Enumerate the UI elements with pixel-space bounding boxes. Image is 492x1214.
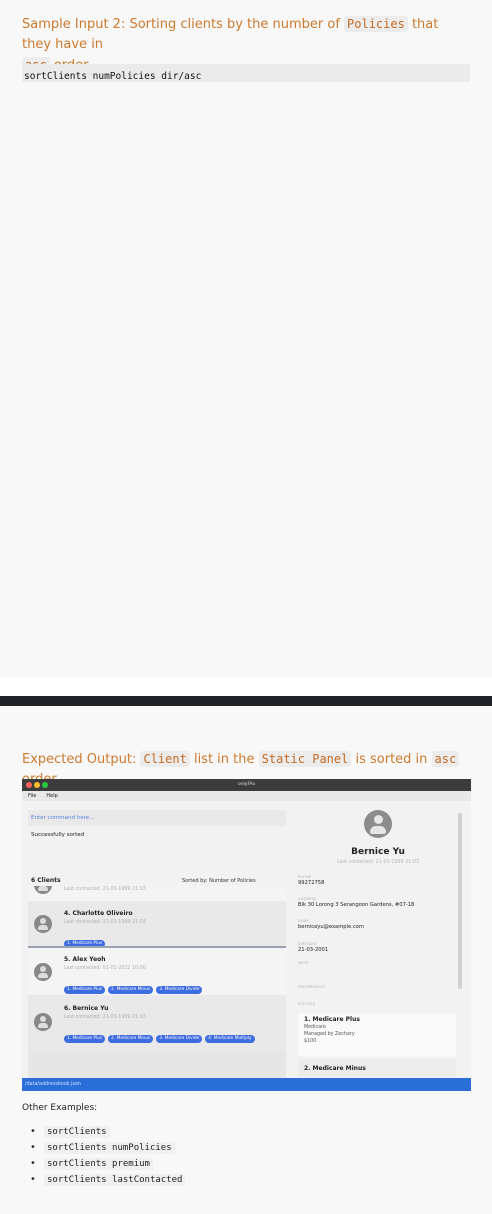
phone-label: PHONE	[298, 874, 312, 879]
client-name: 5. Alex Yeoh	[64, 956, 106, 963]
policy-premium: $100	[304, 1039, 317, 1044]
example-code: sortClients	[44, 1126, 110, 1138]
birthday-label: BIRTHDAY	[298, 941, 317, 946]
avatar-icon	[34, 915, 52, 933]
policies-label: POLICIES	[298, 1001, 316, 1006]
preferences-label: PREFERENCES	[298, 984, 326, 989]
menu-file[interactable]: File	[28, 793, 36, 799]
birthday-value: 21-03-2001	[298, 947, 329, 953]
detail-last-contacted: Last contacted: 21-03-1999 21:03	[337, 860, 419, 865]
policy-card: 2. Medicare Minus	[298, 1059, 456, 1077]
client-name: 6. Bernice Yu	[64, 1005, 109, 1012]
client-last-contacted: Last contacted: 21-03-1999 21:03	[64, 920, 146, 925]
example-code: sortClients lastContacted	[44, 1174, 186, 1186]
phone-value: 99272758	[298, 880, 325, 886]
list-item: sortClients	[30, 1126, 185, 1143]
client-list[interactable]: Last contacted: 21-03-1999 21:03 4. Char…	[28, 886, 286, 1081]
divider	[0, 696, 492, 706]
policy-manager: Managed by Zechary	[304, 1032, 355, 1037]
client-last-contacted: Last contacted: 21-03-1999 21:03	[64, 1015, 146, 1020]
profile-avatar-icon	[364, 810, 392, 838]
heading-text-3: is sorted in	[351, 752, 432, 767]
sample-input-panel: Sample Input 2: Sorting clients by the n…	[0, 0, 492, 678]
policy-tag: 1. Medicare Plus	[64, 1035, 106, 1043]
result-display: Successfully sorted	[31, 832, 85, 838]
address-value: Blk 30 Lorong 3 Serangoon Gardens, #07-1…	[298, 902, 415, 908]
static-panel-code: Static Panel	[258, 751, 352, 767]
policy-tag: 1. Medicare Plus	[64, 986, 106, 994]
example-code: sortClients premium	[44, 1158, 153, 1170]
menu-bar: File Help	[22, 791, 471, 801]
client-detail-panel: Bernice Yu Last contacted: 21-03-1999 21…	[298, 807, 456, 1077]
policies-code: Policies	[344, 16, 408, 32]
client-tags: 1. Medicare Plus 2. Medicare Minus 3. Medi…	[64, 975, 284, 996]
email-value: berniceyu@example.com	[298, 924, 364, 930]
avatar-icon	[34, 963, 52, 981]
heading-text: Expected Output:	[22, 752, 141, 767]
client-last-contacted: Last contacted: 21-03-1999 21:03	[64, 887, 146, 892]
avatar-icon	[34, 1013, 52, 1031]
policy-tag: 4. Medicare Multiply	[205, 1035, 255, 1043]
policy-company: Medicare	[304, 1025, 326, 1030]
command-input[interactable]: Enter command here...	[28, 810, 286, 826]
sorted-by-label: Sorted by: Number of Policies	[182, 878, 256, 884]
client-card[interactable]: 6. Bernice Yu Last contacted: 21-03-1999…	[28, 995, 286, 1051]
email-label: EMAIL	[298, 918, 310, 923]
detail-name: Bernice Yu	[351, 847, 405, 857]
client-code: Client	[140, 751, 190, 767]
client-card[interactable]: 4. Charlotte Oliveiro Last contacted: 21…	[28, 901, 286, 948]
menu-help[interactable]: Help	[46, 793, 57, 799]
command-code-block: sortClients numPolicies dir/asc	[22, 64, 470, 82]
app-window: onlyFAs File Help Enter command here... S…	[22, 779, 471, 1091]
example-code: sortClients numPolicies	[44, 1142, 175, 1154]
detail-scrollbar[interactable]	[458, 813, 462, 989]
client-name: 4. Charlotte Oliveiro	[64, 910, 133, 917]
list-item: sortClients lastContacted	[30, 1174, 186, 1191]
command-text: sortClients numPolicies dir/asc	[24, 71, 202, 82]
heading-text: Sample Input 2: Sorting clients by the n…	[22, 17, 345, 32]
policy-name: 2. Medicare Minus	[304, 1065, 366, 1072]
client-card[interactable]: Last contacted: 21-03-1999 21:03	[28, 886, 286, 901]
policy-name: 1. Medicare Plus	[304, 1016, 360, 1023]
other-examples-heading: Other Examples:	[22, 1103, 98, 1113]
policy-tag: 3. Medicare Divide	[156, 986, 203, 994]
policy-tag: 3. Medicare Divide	[156, 1035, 203, 1043]
window-title: onlyFAs	[237, 782, 256, 787]
title-bar: onlyFAs	[22, 779, 471, 791]
list-item: sortClients premium	[30, 1158, 185, 1175]
asc-code: asc	[431, 751, 460, 767]
heading-text-2: list in the	[189, 752, 259, 767]
list-item: sortClients numPolicies	[30, 1142, 185, 1159]
note-label: NOTE	[298, 960, 309, 965]
policy-tag: 2. Medicare Minus	[108, 986, 154, 994]
client-last-contacted: Last contacted: 01-01-2022 10:00	[64, 966, 146, 971]
client-card[interactable]: 5. Alex Yeoh Last contacted: 01-01-2022 …	[28, 948, 286, 995]
address-label: ADDRESS	[298, 896, 317, 901]
avatar-icon	[34, 886, 52, 894]
examples-list: sortClients sortClients numPolicies sort…	[30, 1126, 186, 1191]
client-tags: 1. Medicare Plus 2. Medicare Minus 3. Medi…	[64, 1024, 284, 1045]
policy-card: 1. Medicare Plus Medicare Managed by Zec…	[298, 1013, 456, 1056]
policy-tag: 2. Medicare Minus	[108, 1035, 154, 1043]
status-bar: /data/addressbook.json	[22, 1078, 471, 1091]
